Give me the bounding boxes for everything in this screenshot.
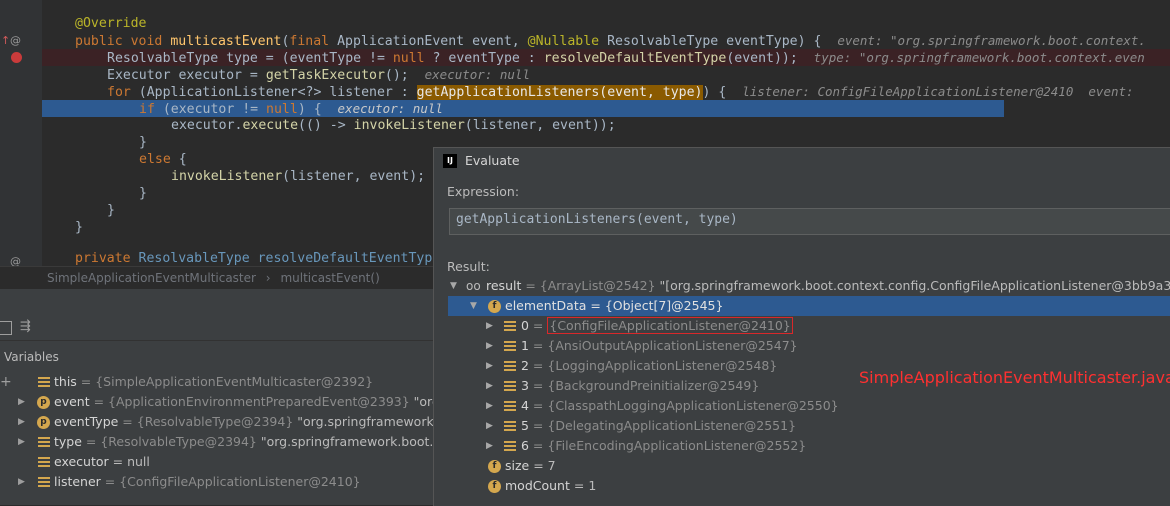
- expand-icon[interactable]: ▶: [486, 356, 493, 376]
- expression-input[interactable]: getApplicationListeners(event, type): [449, 208, 1170, 235]
- intellij-logo-icon: IJ: [443, 154, 457, 168]
- object-icon: [38, 377, 50, 387]
- element-item-1[interactable]: ▶ 1 = {AnsiOutputApplicationListener@254…: [448, 336, 1170, 356]
- field-icon: f: [488, 480, 501, 493]
- element-item-0[interactable]: ▶ 0 = {ConfigFileApplicationListener@241…: [448, 316, 1170, 336]
- evaluate-dialog: IJ Evaluate Expression: getApplicationLi…: [433, 147, 1170, 506]
- object-icon: [504, 361, 516, 371]
- result-node-elementData[interactable]: ▼ f elementData = {Object[7]@2545}: [448, 296, 1170, 316]
- code-line-1: @Override: [42, 15, 1170, 32]
- highlighted-expression: getApplicationListeners(event, type): [416, 85, 703, 100]
- element-item-5[interactable]: ▶ 5 = {DelegatingApplicationListener@255…: [448, 416, 1170, 436]
- field-size[interactable]: f size = 7: [448, 456, 1170, 476]
- breadcrumb-class[interactable]: SimpleApplicationEventMulticaster: [47, 271, 256, 285]
- inline-value-hint: executor: null: [337, 101, 443, 116]
- object-icon: [38, 477, 50, 487]
- expand-icon[interactable]: ▶: [486, 376, 493, 396]
- variable-row-this[interactable]: + this = {SimpleApplicationEventMulticas…: [0, 372, 440, 392]
- object-icon: [38, 457, 50, 467]
- method-signature: public void multicastEvent(final Applica…: [75, 33, 1146, 49]
- parameter-icon: p: [37, 396, 50, 409]
- inline-value-hint: listener: ConfigFileApplicationListener@…: [742, 84, 1134, 99]
- override-annotation: @Override: [75, 16, 147, 31]
- debugger-panel: ⇶ Variables + this = {SimpleApplicationE…: [0, 289, 440, 505]
- object-icon: [38, 437, 50, 447]
- expression-label: Expression:: [447, 184, 520, 199]
- annotation-text: SimpleApplicationEventMulticaster.java: [859, 368, 1170, 387]
- code-line-5: for (ApplicationListener<?> listener : g…: [107, 84, 1134, 100]
- layout-icon[interactable]: [0, 321, 12, 335]
- expression-text: getApplicationListeners(event, type): [456, 212, 738, 227]
- expand-icon[interactable]: ▶: [18, 472, 25, 492]
- expand-icon[interactable]: ▶: [18, 432, 25, 452]
- add-watch-icon[interactable]: +: [0, 372, 12, 392]
- variable-row-type[interactable]: ▶ type = {ResolvableType@2394} "org.spri…: [0, 432, 440, 452]
- collapse-icon[interactable]: ▼: [450, 276, 457, 296]
- override-gutter-marker[interactable]: ↑ @: [0, 32, 42, 49]
- breadcrumb-method[interactable]: multicastEvent(): [280, 271, 379, 285]
- code-line-7: executor.execute(() -> invokeListener(li…: [171, 118, 616, 133]
- breadcrumb-separator: ›: [265, 271, 271, 285]
- inline-value-hint: event: "org.springframework.boot.context…: [837, 33, 1146, 48]
- object-icon: [504, 401, 516, 411]
- variable-row-eventType[interactable]: ▶ p eventType = {ResolvableType@2394} "o…: [0, 412, 440, 432]
- expand-icon[interactable]: ▶: [486, 396, 493, 416]
- expand-icon[interactable]: ▶: [486, 416, 493, 436]
- result-tree-root[interactable]: ▼ oo result = {ArrayList@2542} "[org.spr…: [448, 276, 1170, 296]
- field-icon: f: [488, 300, 501, 313]
- expand-icon[interactable]: ▶: [486, 336, 493, 356]
- up-arrow-icon: ↑: [1, 34, 11, 47]
- breadcrumb: SimpleApplicationEventMulticaster › mult…: [0, 266, 440, 289]
- watch-glasses-icon: oo: [466, 279, 481, 293]
- code-line-6-execution-point: if (executor != null) { executor: null: [42, 100, 1004, 117]
- variable-row-event[interactable]: ▶ p event = {ApplicationEnvironmentPrepa…: [0, 392, 440, 412]
- inline-value-hint: executor: null: [424, 67, 530, 82]
- debugger-toolbar: ⇶: [0, 316, 440, 341]
- variable-row-executor[interactable]: executor = null: [0, 452, 440, 472]
- object-icon: [504, 421, 516, 431]
- variable-row-listener[interactable]: ▶ listener = {ConfigFileApplicationListe…: [0, 472, 440, 492]
- inline-value-hint: type: "org.springframework.boot.context.…: [813, 50, 1145, 65]
- collapse-icon[interactable]: ▼: [470, 296, 477, 316]
- object-icon: [504, 321, 516, 331]
- dialog-titlebar[interactable]: IJ Evaluate: [434, 148, 1170, 175]
- parameter-icon: p: [37, 416, 50, 429]
- element-item-4[interactable]: ▶ 4 = {ClasspathLoggingApplicationListen…: [448, 396, 1170, 416]
- result-label: Result:: [447, 259, 490, 274]
- expand-icon[interactable]: ▶: [18, 392, 25, 412]
- threads-icon[interactable]: ⇶: [20, 319, 31, 334]
- object-icon: [504, 441, 516, 451]
- annotation-icon: @: [10, 34, 21, 47]
- element-item-6[interactable]: ▶ 6 = {FileEncodingApplicationListener@2…: [448, 436, 1170, 456]
- object-icon: [504, 381, 516, 391]
- highlighted-value-box: {ConfigFileApplicationListener@2410}: [547, 317, 793, 334]
- breakpoint-icon[interactable]: [11, 52, 22, 63]
- code-line-4: Executor executor = getTaskExecutor(); e…: [107, 67, 530, 83]
- breakpoint-marker[interactable]: [0, 49, 42, 66]
- field-modCount[interactable]: f modCount = 1: [448, 476, 1170, 496]
- code-line-3-breakpoint: ResolvableType type = (eventType != null…: [42, 49, 1170, 66]
- expand-icon[interactable]: ▶: [486, 436, 493, 456]
- variables-title: Variables: [4, 350, 59, 364]
- object-icon: [504, 341, 516, 351]
- field-icon: f: [488, 460, 501, 473]
- dialog-title: Evaluate: [465, 153, 520, 168]
- code-line-2: public void multicastEvent(final Applica…: [42, 32, 1170, 49]
- expand-icon[interactable]: ▶: [18, 412, 25, 432]
- expand-icon[interactable]: ▶: [486, 316, 493, 336]
- editor-gutter[interactable]: ↑ @ @: [0, 0, 42, 270]
